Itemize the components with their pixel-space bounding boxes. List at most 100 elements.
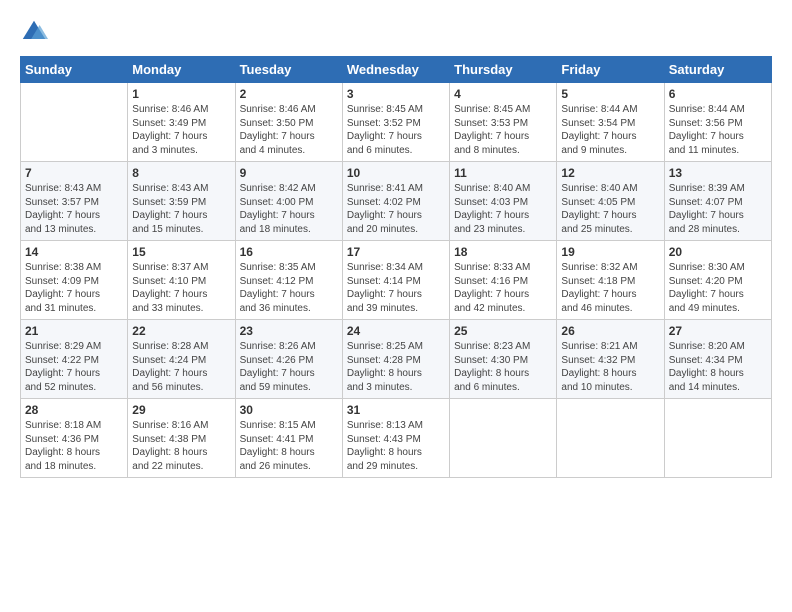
day-number: 17: [347, 245, 445, 259]
day-cell: 25 Sunrise: 8:23 AM Sunset: 4:30 PM Dayli…: [450, 320, 557, 399]
day-info: Sunrise: 8:38 AM Sunset: 4:09 PM Dayligh…: [25, 261, 123, 315]
col-header-saturday: Saturday: [664, 57, 771, 83]
day-cell: 17 Sunrise: 8:34 AM Sunset: 4:14 PM Dayli…: [342, 241, 449, 320]
day-cell: 11 Sunrise: 8:40 AM Sunset: 4:03 PM Dayli…: [450, 162, 557, 241]
day-cell: 28 Sunrise: 8:18 AM Sunset: 4:36 PM Dayli…: [21, 399, 128, 478]
col-header-friday: Friday: [557, 57, 664, 83]
day-cell: 31Sunrise: 8:13 AM Sunset: 4:43 PM Dayli…: [342, 399, 449, 478]
day-cell: 4 Sunrise: 8:45 AM Sunset: 3:53 PM Daylig…: [450, 83, 557, 162]
day-cell: 2 Sunrise: 8:46 AM Sunset: 3:50 PM Daylig…: [235, 83, 342, 162]
day-number: 10: [347, 166, 445, 180]
day-info: Sunrise: 8:40 AM Sunset: 4:05 PM Dayligh…: [561, 182, 659, 236]
day-number: 23: [240, 324, 338, 338]
calendar-table: SundayMondayTuesdayWednesdayThursdayFrid…: [20, 56, 772, 478]
week-row-3: 14 Sunrise: 8:38 AM Sunset: 4:09 PM Dayli…: [21, 241, 772, 320]
day-number: 25: [454, 324, 552, 338]
day-number: 8: [132, 166, 230, 180]
day-number: 14: [25, 245, 123, 259]
logo-icon: [20, 18, 48, 46]
day-cell: 26 Sunrise: 8:21 AM Sunset: 4:32 PM Dayli…: [557, 320, 664, 399]
day-cell: 23Sunrise: 8:26 AM Sunset: 4:26 PM Dayli…: [235, 320, 342, 399]
day-cell: 13Sunrise: 8:39 AM Sunset: 4:07 PM Dayli…: [664, 162, 771, 241]
day-cell: [557, 399, 664, 478]
day-number: 15: [132, 245, 230, 259]
day-info: Sunrise: 8:45 AM Sunset: 3:53 PM Dayligh…: [454, 103, 552, 157]
day-number: 22: [132, 324, 230, 338]
day-cell: 12 Sunrise: 8:40 AM Sunset: 4:05 PM Dayli…: [557, 162, 664, 241]
day-cell: [450, 399, 557, 478]
day-number: 31: [347, 403, 445, 417]
day-number: 26: [561, 324, 659, 338]
day-cell: 30 Sunrise: 8:15 AM Sunset: 4:41 PM Dayli…: [235, 399, 342, 478]
day-info: Sunrise: 8:46 AM Sunset: 3:50 PM Dayligh…: [240, 103, 338, 157]
day-cell: 8 Sunrise: 8:43 AM Sunset: 3:59 PM Daylig…: [128, 162, 235, 241]
day-info: Sunrise: 8:34 AM Sunset: 4:14 PM Dayligh…: [347, 261, 445, 315]
col-header-wednesday: Wednesday: [342, 57, 449, 83]
day-number: 2: [240, 87, 338, 101]
day-number: 5: [561, 87, 659, 101]
day-cell: 5 Sunrise: 8:44 AM Sunset: 3:54 PM Daylig…: [557, 83, 664, 162]
header-row: SundayMondayTuesdayWednesdayThursdayFrid…: [21, 57, 772, 83]
day-cell: 10 Sunrise: 8:41 AM Sunset: 4:02 PM Dayli…: [342, 162, 449, 241]
day-cell: 21Sunrise: 8:29 AM Sunset: 4:22 PM Dayli…: [21, 320, 128, 399]
week-row-4: 21Sunrise: 8:29 AM Sunset: 4:22 PM Dayli…: [21, 320, 772, 399]
day-cell: 24 Sunrise: 8:25 AM Sunset: 4:28 PM Dayli…: [342, 320, 449, 399]
day-info: Sunrise: 8:43 AM Sunset: 3:59 PM Dayligh…: [132, 182, 230, 236]
day-info: Sunrise: 8:35 AM Sunset: 4:12 PM Dayligh…: [240, 261, 338, 315]
day-info: Sunrise: 8:45 AM Sunset: 3:52 PM Dayligh…: [347, 103, 445, 157]
header: [20, 18, 772, 46]
day-number: 16: [240, 245, 338, 259]
week-row-2: 7 Sunrise: 8:43 AM Sunset: 3:57 PM Daylig…: [21, 162, 772, 241]
day-cell: 19Sunrise: 8:32 AM Sunset: 4:18 PM Dayli…: [557, 241, 664, 320]
day-info: Sunrise: 8:41 AM Sunset: 4:02 PM Dayligh…: [347, 182, 445, 236]
day-cell: 29Sunrise: 8:16 AM Sunset: 4:38 PM Dayli…: [128, 399, 235, 478]
day-info: Sunrise: 8:28 AM Sunset: 4:24 PM Dayligh…: [132, 340, 230, 394]
day-info: Sunrise: 8:23 AM Sunset: 4:30 PM Dayligh…: [454, 340, 552, 394]
day-cell: [664, 399, 771, 478]
day-number: 4: [454, 87, 552, 101]
day-cell: 22 Sunrise: 8:28 AM Sunset: 4:24 PM Dayli…: [128, 320, 235, 399]
day-number: 11: [454, 166, 552, 180]
day-info: Sunrise: 8:43 AM Sunset: 3:57 PM Dayligh…: [25, 182, 123, 236]
day-info: Sunrise: 8:25 AM Sunset: 4:28 PM Dayligh…: [347, 340, 445, 394]
day-number: 13: [669, 166, 767, 180]
day-cell: 3 Sunrise: 8:45 AM Sunset: 3:52 PM Daylig…: [342, 83, 449, 162]
day-number: 9: [240, 166, 338, 180]
day-cell: 20 Sunrise: 8:30 AM Sunset: 4:20 PM Dayli…: [664, 241, 771, 320]
day-info: Sunrise: 8:40 AM Sunset: 4:03 PM Dayligh…: [454, 182, 552, 236]
day-number: 7: [25, 166, 123, 180]
day-number: 19: [561, 245, 659, 259]
col-header-thursday: Thursday: [450, 57, 557, 83]
day-info: Sunrise: 8:44 AM Sunset: 3:54 PM Dayligh…: [561, 103, 659, 157]
day-cell: 14 Sunrise: 8:38 AM Sunset: 4:09 PM Dayli…: [21, 241, 128, 320]
day-number: 3: [347, 87, 445, 101]
day-info: Sunrise: 8:37 AM Sunset: 4:10 PM Dayligh…: [132, 261, 230, 315]
day-number: 27: [669, 324, 767, 338]
day-number: 12: [561, 166, 659, 180]
day-info: Sunrise: 8:42 AM Sunset: 4:00 PM Dayligh…: [240, 182, 338, 236]
day-number: 30: [240, 403, 338, 417]
day-cell: 15 Sunrise: 8:37 AM Sunset: 4:10 PM Dayli…: [128, 241, 235, 320]
day-number: 20: [669, 245, 767, 259]
col-header-tuesday: Tuesday: [235, 57, 342, 83]
day-info: Sunrise: 8:15 AM Sunset: 4:41 PM Dayligh…: [240, 419, 338, 473]
day-number: 24: [347, 324, 445, 338]
day-number: 18: [454, 245, 552, 259]
day-number: 1: [132, 87, 230, 101]
day-cell: 27 Sunrise: 8:20 AM Sunset: 4:34 PM Dayli…: [664, 320, 771, 399]
day-number: 21: [25, 324, 123, 338]
week-row-5: 28 Sunrise: 8:18 AM Sunset: 4:36 PM Dayli…: [21, 399, 772, 478]
page: SundayMondayTuesdayWednesdayThursdayFrid…: [0, 0, 792, 612]
day-number: 29: [132, 403, 230, 417]
day-info: Sunrise: 8:20 AM Sunset: 4:34 PM Dayligh…: [669, 340, 767, 394]
week-row-1: 1Sunrise: 8:46 AM Sunset: 3:49 PM Daylig…: [21, 83, 772, 162]
day-info: Sunrise: 8:18 AM Sunset: 4:36 PM Dayligh…: [25, 419, 123, 473]
day-info: Sunrise: 8:30 AM Sunset: 4:20 PM Dayligh…: [669, 261, 767, 315]
logo: [20, 18, 52, 46]
day-cell: 16 Sunrise: 8:35 AM Sunset: 4:12 PM Dayli…: [235, 241, 342, 320]
day-cell: 18Sunrise: 8:33 AM Sunset: 4:16 PM Dayli…: [450, 241, 557, 320]
day-number: 28: [25, 403, 123, 417]
day-info: Sunrise: 8:21 AM Sunset: 4:32 PM Dayligh…: [561, 340, 659, 394]
day-cell: 7 Sunrise: 8:43 AM Sunset: 3:57 PM Daylig…: [21, 162, 128, 241]
day-cell: [21, 83, 128, 162]
